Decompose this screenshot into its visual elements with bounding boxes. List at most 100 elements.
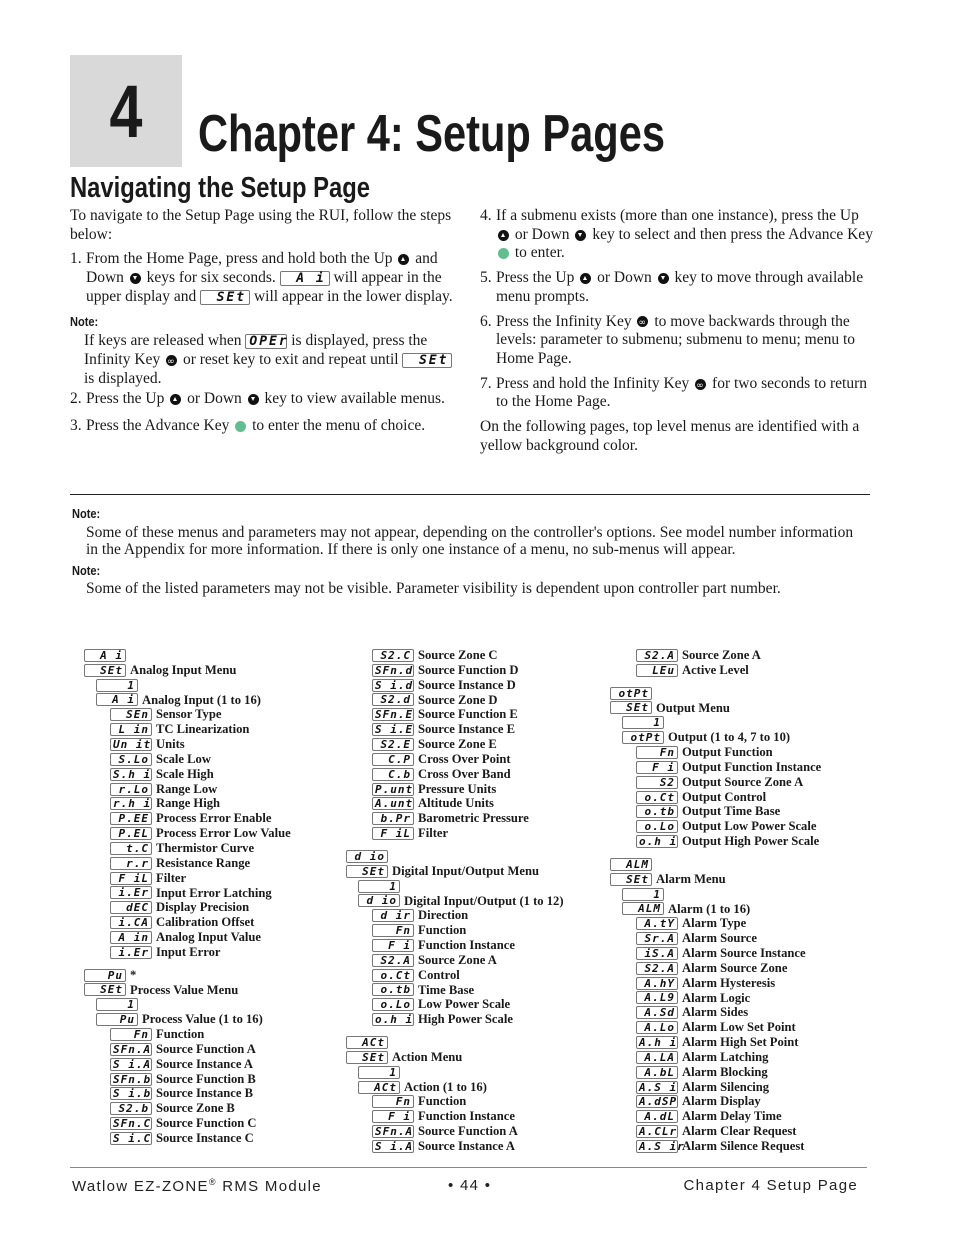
lcd-code: F iL <box>372 827 414 841</box>
menu-item-label: Filter <box>156 870 187 885</box>
menu-item-label: Sensor Type <box>156 707 222 722</box>
lcd-code: SEt <box>346 1050 388 1064</box>
lcd-code: ALM <box>622 902 664 916</box>
lcd-code: r.r <box>110 856 152 870</box>
menu-item-label: Altitude Units <box>418 796 494 811</box>
menu-item-label: Alarm Logic <box>682 990 751 1005</box>
menu-item: F i Function Instance <box>346 1109 564 1124</box>
menu-item-label: Source Instance C <box>156 1131 254 1145</box>
menu-item-label: Process Error Low Value <box>156 826 291 841</box>
note-text: If keys are released when OPEr is displa… <box>70 332 465 388</box>
note-text: Some of the listed parameters may not be… <box>86 580 781 597</box>
menu-item: Fn Function <box>346 923 564 938</box>
menu-item: SEt Output Menu <box>610 701 821 716</box>
notes-section: Note: Some of these menus and parameters… <box>72 502 862 601</box>
lcd-code: ACt <box>358 1080 400 1094</box>
menu-item-label: Output High Power Scale <box>682 834 820 849</box>
menu-item-label: Alarm Blocking <box>682 1064 768 1079</box>
menu-item-label: Process Value (1 to 16) <box>142 1012 263 1027</box>
lcd-code: o.Lo <box>372 998 414 1012</box>
lcd-code: A.CLr <box>636 1125 678 1139</box>
menu-item: d ir Direction <box>346 908 564 923</box>
lcd-code: d io <box>346 849 388 863</box>
menu-item-label: Barometric Pressure <box>418 811 529 826</box>
menu-item-label: Alarm Type <box>682 916 747 931</box>
down-key-icon <box>657 273 669 285</box>
lcd-code: A.L9 <box>636 991 678 1005</box>
menu-item-label: Source Function D <box>418 662 519 677</box>
menu-item: otPt <box>610 686 821 701</box>
menu-item: S.h i Scale High <box>84 767 291 782</box>
menu-item-label: Output Function Instance <box>682 759 822 774</box>
lcd-display: OPEr <box>245 334 288 350</box>
menu-item: r.r Resistance Range <box>84 856 291 871</box>
infinity-key-icon <box>695 377 707 395</box>
menu-item: A i Analog Input (1 to 16) <box>84 693 291 708</box>
menu-item-label: Source Function A <box>156 1041 256 1056</box>
menu-item: A.S ir Alarm Silence Request <box>610 1139 821 1154</box>
lcd-code: A i <box>96 693 138 707</box>
lcd-code: r.Lo <box>110 782 152 796</box>
menu-item: Pu * <box>84 968 291 983</box>
registered-mark: ® <box>208 1177 217 1187</box>
menu-item: SFn.A Source Function A <box>84 1042 291 1057</box>
menu-item: F iL Filter <box>346 826 564 841</box>
menu-item-label: Action Menu <box>392 1049 463 1064</box>
menu-item: ALM <box>610 857 821 872</box>
menu-item-label: Alarm Menu <box>656 871 726 886</box>
menu-item: i.CA Calibration Offset <box>84 915 291 930</box>
page-number: • 44 • <box>448 1177 492 1194</box>
footer-chapter: Chapter 4 Setup Page <box>683 1177 858 1194</box>
menu-item: ALM Alarm (1 to 16) <box>610 902 821 917</box>
lcd-code: Fn <box>110 1028 152 1042</box>
lcd-code: o.tb <box>636 805 678 819</box>
menu-item: o.h i High Power Scale <box>346 1012 564 1027</box>
lcd-code: S i.E <box>372 723 414 737</box>
step-text: keys for six seconds. <box>146 269 276 287</box>
menu-item: 1 <box>610 887 821 902</box>
lcd-code: 1 <box>358 1065 400 1079</box>
menu-item: SFn.d Source Function D <box>346 663 564 678</box>
note-label: Note: <box>70 313 99 329</box>
menu-spacer <box>610 849 821 857</box>
menu-item: A.Lo Alarm Low Set Point <box>610 1020 821 1035</box>
lcd-code: o.h i <box>636 835 678 849</box>
lcd-code: S.h i <box>110 767 152 781</box>
menu-item-label: Display Precision <box>156 900 250 915</box>
menu-item: SEt Analog Input Menu <box>84 663 291 678</box>
lcd-code: P.EL <box>110 827 152 841</box>
step-number: 7. <box>480 374 492 392</box>
menu-item: o.tb Time Base <box>346 983 564 998</box>
lcd-code: SFn.b <box>110 1072 152 1086</box>
lcd-display: SEt <box>200 289 251 305</box>
menu-item: o.h i Output High Power Scale <box>610 834 821 849</box>
lcd-code: S2.A <box>372 953 414 967</box>
advance-key-icon <box>235 420 247 432</box>
menu-item-label: Function Instance <box>418 938 515 953</box>
menu-tree-column-2: S2.C Source Zone C SFn.d Source Function DS… <box>346 648 564 1154</box>
lcd-code: A.bL <box>636 1065 678 1079</box>
lcd-code: SFn.d <box>372 663 414 677</box>
menu-item: o.Ct Control <box>346 968 564 983</box>
menu-item: SFn.A Source Function A <box>346 1124 564 1139</box>
menu-item-label: Resistance Range <box>156 855 251 870</box>
menu-item-label: Source Zone A <box>682 648 761 662</box>
menu-spacer <box>84 960 291 968</box>
lcd-code: F i <box>372 1110 414 1124</box>
menu-item: i.Er Input Error Latching <box>84 886 291 901</box>
step-text: will appear in the lower display. <box>253 287 453 305</box>
menu-item-label: Analog Input Value <box>156 930 261 945</box>
menu-item: P.unt Pressure Units <box>346 782 564 797</box>
menu-item-label: Output Time Base <box>682 804 781 819</box>
menu-item: o.Ct Output Control <box>610 790 821 805</box>
advance-key-icon <box>498 248 509 260</box>
step-text: or Down <box>187 390 242 408</box>
lcd-code: o.h i <box>372 1013 414 1027</box>
menu-item-label: Scale Low <box>156 751 211 766</box>
menu-item-label: Alarm Sides <box>682 1005 749 1020</box>
lcd-code: A.LA <box>636 1050 678 1064</box>
lcd-code: d io <box>358 894 400 908</box>
note-text: Some of these menus and parameters may n… <box>86 523 854 559</box>
menu-item: A.CLr Alarm Clear Request <box>610 1124 821 1139</box>
menu-item-label: Alarm Clear Request <box>682 1124 797 1139</box>
